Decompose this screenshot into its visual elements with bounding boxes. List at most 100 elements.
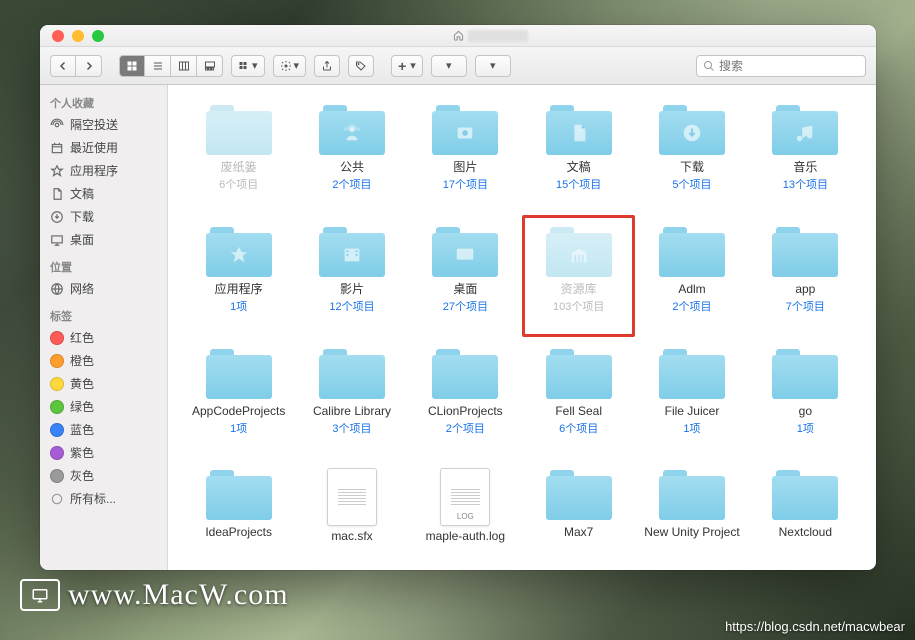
item-sub: 13个项目	[783, 176, 828, 192]
sidebar-item[interactable]: 隔空投送	[40, 113, 167, 136]
item-sub: 6个项目	[219, 176, 258, 192]
search-input[interactable]	[719, 59, 859, 73]
folder-icon	[772, 225, 838, 277]
grid-item[interactable]: 文稿15个项目	[526, 99, 631, 215]
sidebar-item-label: 应用程序	[70, 162, 118, 179]
sidebar-item-label: 下载	[70, 208, 94, 225]
add-button[interactable]: +▾	[391, 55, 423, 77]
grid-item[interactable]: File Juicer1项	[639, 343, 744, 459]
grid-item[interactable]: 下载5个项目	[639, 99, 744, 215]
sidebar-item[interactable]: 最近使用	[40, 136, 167, 159]
public-glyph-icon	[319, 111, 385, 155]
grid-item[interactable]: Nextcloud	[753, 464, 858, 566]
sidebar-item[interactable]: 蓝色	[40, 418, 167, 441]
folder-icon	[546, 225, 612, 277]
docs-icon	[50, 187, 64, 201]
sidebar-item-label: 紫色	[70, 444, 94, 461]
grid-item[interactable]: Adlm2个项目	[639, 221, 744, 337]
grid-item[interactable]: Calibre Library3个项目	[299, 343, 404, 459]
window-controls	[40, 30, 104, 42]
zoom-button[interactable]	[92, 30, 104, 42]
titlebar	[40, 25, 876, 47]
view-list-button[interactable]	[145, 55, 171, 77]
grid-item[interactable]: 音乐13个项目	[753, 99, 858, 215]
sidebar-item[interactable]: 灰色	[40, 464, 167, 487]
sidebar-item-label: 网络	[70, 280, 94, 297]
sidebar-item[interactable]: 紫色	[40, 441, 167, 464]
action-button[interactable]: ▾	[273, 55, 307, 77]
file-grid: 废纸篓6个项目公共2个项目图片17个项目文稿15个项目下载5个项目音乐13个项目…	[168, 85, 876, 570]
grid-item[interactable]: go1项	[753, 343, 858, 459]
grid-item[interactable]: app7个项目	[753, 221, 858, 337]
grid-item[interactable]: IdeaProjects	[186, 464, 291, 566]
folder-icon	[772, 468, 838, 520]
forward-button[interactable]	[76, 55, 102, 77]
item-sub: 1项	[230, 420, 247, 436]
item-name: 桌面	[453, 283, 477, 296]
sidebar-item[interactable]: 应用程序	[40, 159, 167, 182]
grid-item[interactable]: 应用程序1项	[186, 221, 291, 337]
sidebar-item[interactable]: 所有标...	[40, 487, 167, 510]
sidebar-item[interactable]: 橙色	[40, 349, 167, 372]
grid-item[interactable]: Fell Seal6个项目	[526, 343, 631, 459]
grid-item[interactable]: 影片12个项目	[299, 221, 404, 337]
grid-item[interactable]: New Unity Project	[639, 464, 744, 566]
close-button[interactable]	[52, 30, 64, 42]
finder-window: ▾ ▾ +▾ ▾ ▾ 个人收藏隔空投送最近使用应用程序文稿下载桌面位置网络标签红…	[40, 25, 876, 570]
view-gallery-button[interactable]	[197, 55, 223, 77]
view-column-button[interactable]	[171, 55, 197, 77]
sidebar-item[interactable]: 网络	[40, 277, 167, 300]
folder-icon	[772, 103, 838, 155]
folder-icon	[659, 347, 725, 399]
back-button[interactable]	[50, 55, 76, 77]
grid-item[interactable]: 资源库103个项目	[526, 221, 631, 337]
apps-icon	[50, 164, 64, 178]
folder-icon	[432, 347, 498, 399]
arrange-button[interactable]: ▾	[231, 55, 265, 77]
share-button[interactable]	[314, 55, 340, 77]
sidebar-item[interactable]: 绿色	[40, 395, 167, 418]
grid-item[interactable]: CLionProjects2个项目	[413, 343, 518, 459]
view-icon-button[interactable]	[119, 55, 145, 77]
sidebar-item[interactable]: 下载	[40, 205, 167, 228]
minimize-button[interactable]	[72, 30, 84, 42]
grid-item[interactable]: AppCodeProjects1项	[186, 343, 291, 459]
grid-item[interactable]: 公共2个项目	[299, 99, 404, 215]
tag-dot-icon	[50, 469, 64, 483]
item-sub: 2个项目	[332, 176, 371, 192]
sidebar-item-label: 桌面	[70, 231, 94, 248]
sidebar-item-label: 橙色	[70, 352, 94, 369]
watermark: www.MacW.com	[20, 578, 289, 612]
sidebar-item[interactable]: 红色	[40, 326, 167, 349]
dropdown-1[interactable]: ▾	[431, 55, 467, 77]
grid-item[interactable]: mac.sfx	[299, 464, 404, 566]
grid-item[interactable]: 桌面27个项目	[413, 221, 518, 337]
dropdown-2[interactable]: ▾	[475, 55, 511, 77]
tag-dot-icon	[50, 400, 64, 414]
sidebar-item[interactable]: 文稿	[40, 182, 167, 205]
search-icon	[703, 60, 715, 72]
item-name: mac.sfx	[331, 530, 372, 543]
item-sub: 1项	[797, 420, 814, 436]
tags-button[interactable]	[348, 55, 374, 77]
apps-glyph-icon	[206, 233, 272, 277]
title-redacted	[468, 30, 528, 42]
search-field[interactable]	[696, 55, 866, 77]
grid-item[interactable]: Max7	[526, 464, 631, 566]
folder-icon	[546, 347, 612, 399]
grid-item[interactable]: 图片17个项目	[413, 99, 518, 215]
item-sub: 1项	[230, 298, 247, 314]
pictures-glyph-icon	[432, 111, 498, 155]
grid-item[interactable]: maple-auth.log	[413, 464, 518, 566]
item-name: 图片	[453, 161, 477, 174]
item-name: Max7	[564, 526, 593, 539]
network-icon	[50, 282, 64, 296]
tag-dot-icon	[50, 423, 64, 437]
tag-dot-icon	[50, 377, 64, 391]
item-name: app	[795, 283, 815, 296]
sidebar-item[interactable]: 黄色	[40, 372, 167, 395]
grid-item[interactable]: 废纸篓6个项目	[186, 99, 291, 215]
item-sub: 2个项目	[672, 298, 711, 314]
sidebar-item[interactable]: 桌面	[40, 228, 167, 251]
sidebar: 个人收藏隔空投送最近使用应用程序文稿下载桌面位置网络标签红色橙色黄色绿色蓝色紫色…	[40, 85, 168, 570]
